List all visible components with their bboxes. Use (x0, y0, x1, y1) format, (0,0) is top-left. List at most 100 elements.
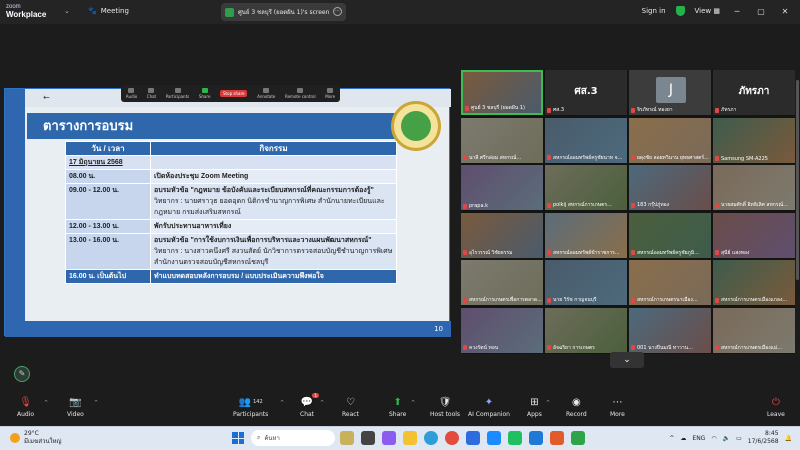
meeting-menu[interactable]: 🐾 Meeting (88, 7, 129, 15)
video-button[interactable]: 📷 Video (67, 396, 84, 419)
weather-widget[interactable]: 29°C มีเมฆส่วนใหญ่ (10, 430, 62, 446)
app-icon[interactable] (550, 431, 564, 445)
sharebar-annotate[interactable]: Annotate (257, 88, 275, 99)
chat-button[interactable]: 💬 1 Chat (300, 393, 320, 418)
activity-text: เปิดห้องประชุม Zoom Meeting (154, 173, 249, 180)
more-icon[interactable]: ⋯ (333, 7, 342, 16)
participant-tile[interactable]: สหกรณ์ออมทรัพย์ครูชัยภูมิ... (629, 212, 711, 258)
participant-tile[interactable]: อัจฉริยา การเกษตร (545, 307, 627, 353)
participant-tile[interactable]: อุไรวรรณ์ วิชัยธรรม (461, 212, 543, 258)
zoom-taskbar-icon[interactable] (466, 431, 480, 445)
activity-cell: ทำแบบทดสอบหลังการอบรม / แบบประเมินความพึ… (150, 269, 397, 284)
participant-tile[interactable]: Samsung SM-A225 (713, 117, 795, 163)
participant-name: นาลี ศรีกล่อม สหกรณ์... (469, 154, 522, 161)
participant-tile[interactable]: 183 กรุ๊ปภู่ทอง (629, 165, 711, 210)
mouse-icon (297, 88, 304, 93)
chrome-icon[interactable] (445, 431, 459, 445)
share-options-chevron-icon[interactable]: ^ (411, 400, 415, 406)
participant-tile[interactable]: ภัทรภา ภัทรภา (713, 70, 795, 115)
participant-name-label: ภัทรภา (715, 106, 736, 114)
participant-tile[interactable]: สหกรณ์การเกษตรเมืองแกลง... (713, 260, 795, 305)
record-button[interactable]: ◉ Record (566, 396, 587, 419)
participant-tile[interactable]: polkij สหกรณ์การเกษตร... (545, 165, 627, 210)
gallery-scrollbar[interactable] (796, 80, 799, 280)
sharebar-audio[interactable]: Audio (126, 88, 137, 99)
apps-button[interactable]: ⊞ Apps (527, 396, 542, 419)
pencil-icon (263, 88, 270, 93)
participant-tile[interactable]: นายสมศักดิ์ อิทธิเลิศ สหกรณ์... (713, 165, 795, 210)
participant-name-label: สุนีย์ แสงทอง (715, 249, 749, 257)
app-icon[interactable] (529, 431, 543, 445)
gallery-next-page-button[interactable]: ⌄ (610, 352, 644, 368)
sharebar-more[interactable]: More (325, 88, 335, 99)
close-button[interactable]: ✕ (778, 7, 792, 16)
participant-tile[interactable]: prapa.k (461, 165, 543, 210)
sharebar-stop-share[interactable]: Stop share (220, 90, 248, 97)
sharebar-remote-control[interactable]: Remote control (285, 88, 316, 99)
sharebar-participants[interactable]: Participants (166, 88, 189, 99)
chevron-down-icon[interactable]: ⌄ (64, 7, 70, 15)
cloud-icon[interactable]: ☁ (680, 435, 686, 442)
shield-icon[interactable] (675, 6, 685, 16)
participant-name-label: นาย วิรัช กาญจนบุรี (547, 296, 597, 304)
audio-button[interactable]: 🎙 Audio (17, 396, 34, 419)
participant-tile[interactable]: ศูนย์ 3 ชลบุรี (ยอดฝัน 1) (461, 70, 543, 115)
participant-tile[interactable]: ควงรัตน์ ทอน (461, 307, 543, 353)
ai-companion-button[interactable]: ✦ AI Companion (468, 396, 510, 419)
battery-icon[interactable]: ▭ (736, 435, 742, 442)
chat-options-chevron-icon[interactable]: ^ (320, 400, 324, 406)
notification-bell-icon[interactable]: 🔔 (785, 435, 792, 442)
file-explorer-icon[interactable] (403, 431, 417, 445)
line-icon[interactable] (508, 431, 522, 445)
meeting-toolbar: 🎙 Audio ^ 📷 Video ^ 👥 142 Participants ^ … (0, 393, 800, 426)
participant-name-label: ผดุงชัย ลอยทวินาน ยุทธศาสตร์... (631, 154, 709, 162)
participant-tile[interactable]: สหกรณ์การเกษตรเพื่อการตลาด... (461, 260, 543, 305)
participants-options-chevron-icon[interactable]: ^ (280, 400, 284, 406)
video-options-chevron-icon[interactable]: ^ (94, 400, 98, 406)
tray-chevron-icon[interactable]: ^ (669, 435, 674, 442)
speaker-icon[interactable]: 🔈 (723, 435, 730, 442)
task-view-icon[interactable] (361, 431, 375, 445)
sharebar-share[interactable]: Share (199, 88, 210, 99)
taskbar-clock[interactable]: 8:45 17/6/2568 (748, 430, 779, 446)
participant-tile[interactable]: สหกรณ์ออมทรัพย์ข้าราชการ... (545, 212, 627, 258)
participant-tile[interactable]: J จิรภัทรณ์ ทองยา (629, 70, 711, 115)
audio-options-chevron-icon[interactable]: ^ (44, 400, 48, 406)
host-tools-button[interactable]: 🛡 Host tools (430, 396, 460, 419)
share-button[interactable]: ⬆ Share (389, 396, 406, 419)
edge-icon[interactable] (424, 431, 438, 445)
windows-start-icon[interactable] (232, 432, 244, 444)
titlebar-right: Sign in View ▦ ─ ▢ ✕ (642, 6, 792, 16)
maximize-button[interactable]: ▢ (754, 7, 768, 16)
sign-in-link[interactable]: Sign in (642, 7, 666, 15)
screen-share-tab[interactable]: ศูนย์ 3 ชลบุรี (ยอดฝัน 1)'s screen ⋯ (221, 3, 346, 21)
more-button[interactable]: ⋯ More (610, 396, 625, 419)
sharebar-chat[interactable]: Chat (147, 88, 156, 99)
minimize-button[interactable]: ─ (730, 7, 744, 16)
news-app-icon[interactable] (340, 431, 354, 445)
participants-button[interactable]: 👥 142 Participants (233, 396, 268, 419)
participant-tile[interactable]: ผดุงชัย ลอยทวินาน ยุทธศาสตร์... (629, 117, 711, 163)
participant-tile[interactable]: 001 นางปิ่นมณี ทาวาน... (629, 307, 711, 353)
react-button[interactable]: ♡ React (342, 396, 359, 419)
activity-text: อบรมหัวข้อ "การใช้งบการเงินเพื่อการบริหา… (154, 237, 372, 244)
participant-tile[interactable]: สหกรณ์การเกษตรนาเมือง... (629, 260, 711, 305)
store-icon[interactable] (487, 431, 501, 445)
participant-tile[interactable]: นาลี ศรีกล่อม สหกรณ์... (461, 117, 543, 163)
copilot-icon[interactable] (382, 431, 396, 445)
whatsapp-icon[interactable] (571, 431, 585, 445)
view-button[interactable]: View ▦ (695, 7, 720, 15)
participant-tile[interactable]: สหกรณ์ออมทรัพย์ครูชัยนาท จ... (545, 117, 627, 163)
activity-text: พักรับประทานอาหารเที่ยง (154, 223, 232, 230)
annotate-pencil-icon[interactable]: ✎ (14, 366, 30, 382)
leave-button[interactable]: ⏻ Leave (767, 396, 785, 419)
taskbar-search[interactable]: ⌕ ค้นหา (251, 430, 335, 446)
participant-tile[interactable]: สุนีย์ แสงทอง (713, 212, 795, 258)
activity-cell: อบรมหัวข้อ "กฎหมาย ข้อบังคับและระเบียบสห… (150, 183, 397, 220)
apps-options-chevron-icon[interactable]: ^ (546, 400, 550, 406)
wifi-icon[interactable]: ◠ (711, 435, 716, 442)
participant-tile[interactable]: นาย วิรัช กาญจนบุรี (545, 260, 627, 305)
language-indicator[interactable]: ENG (692, 435, 705, 442)
participant-tile[interactable]: สหกรณ์การเกษตรเมืองแม่... (713, 307, 795, 353)
participant-tile[interactable]: ศส.3 ศส.3 (545, 70, 627, 115)
